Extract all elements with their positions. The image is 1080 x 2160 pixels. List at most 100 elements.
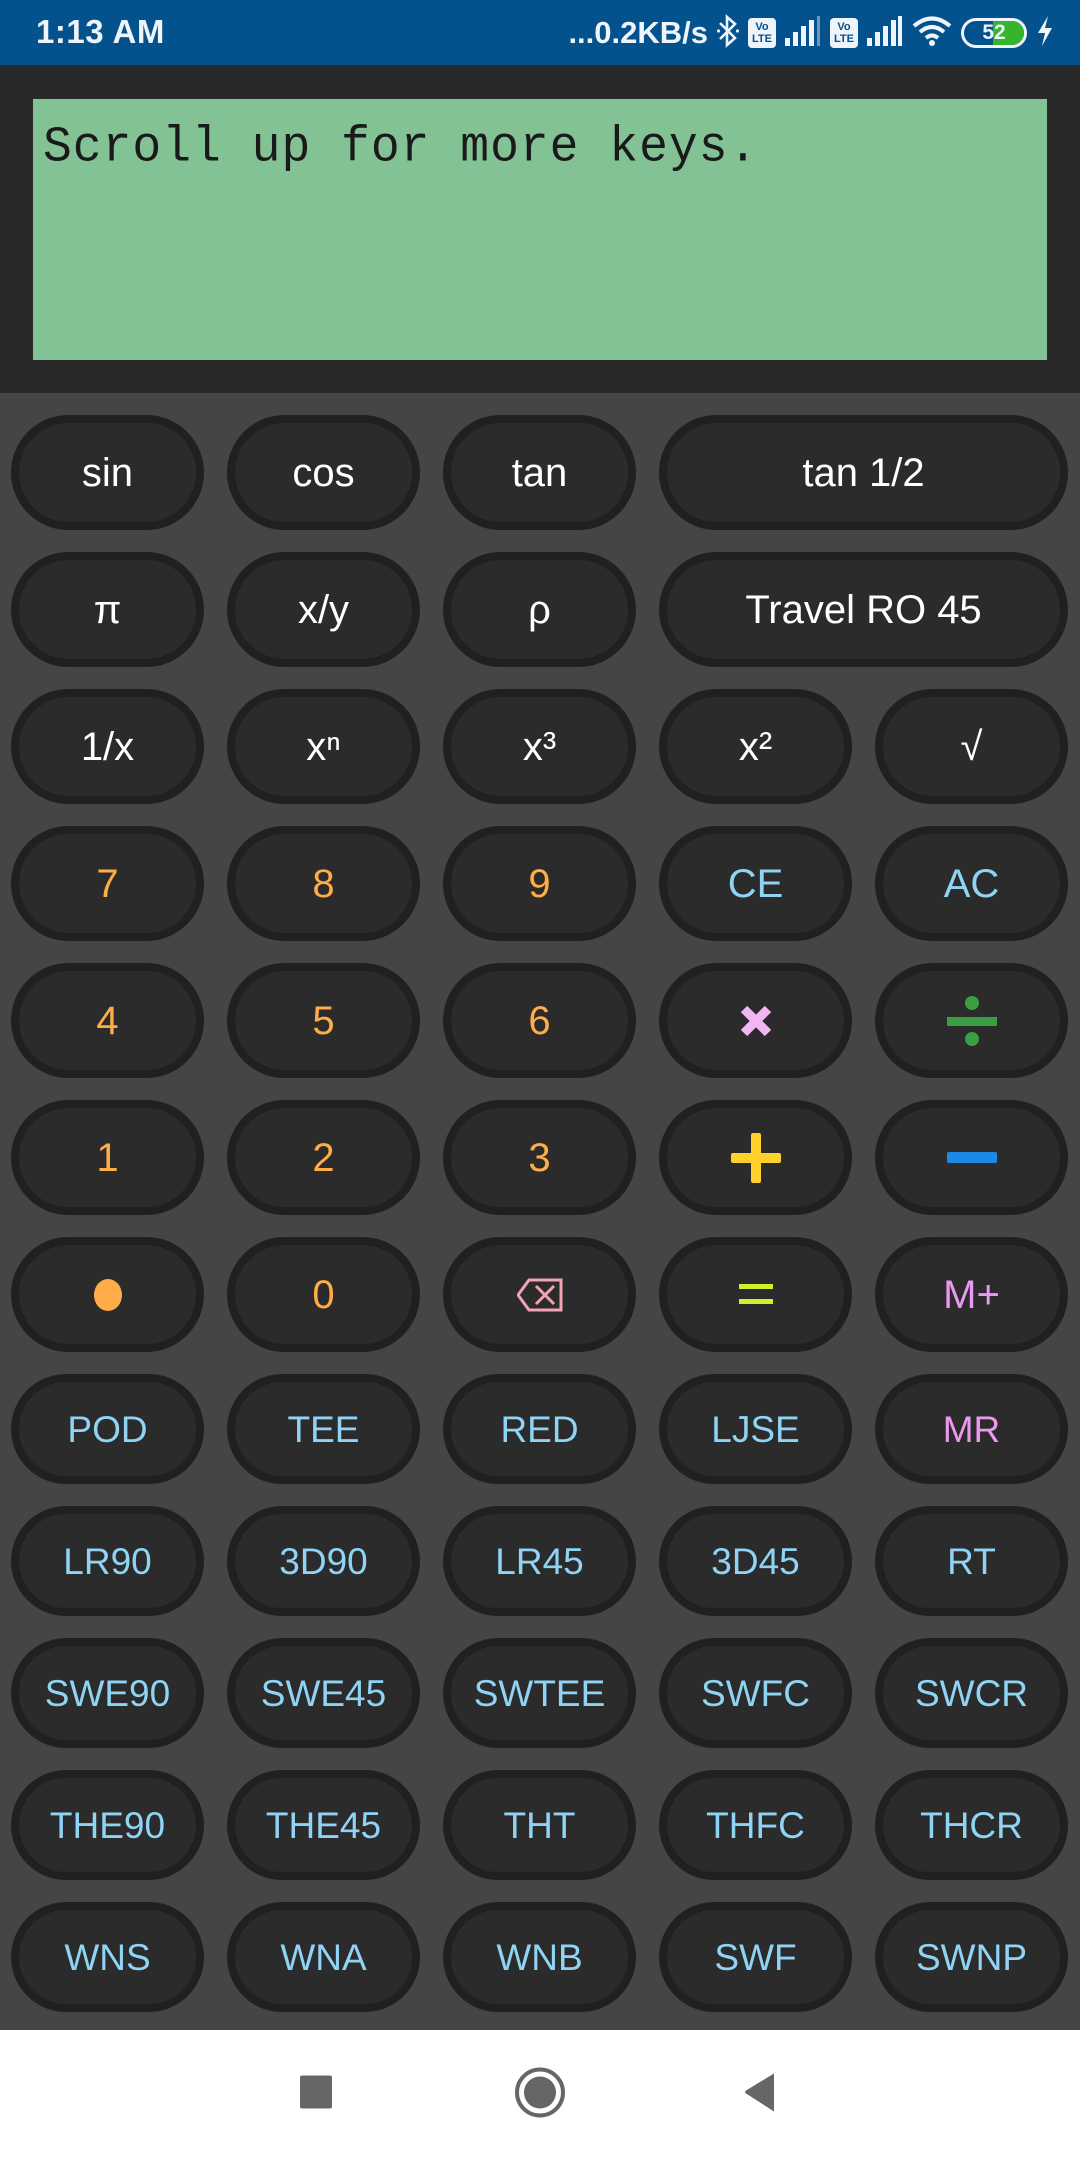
digit-4-key[interactable]: 4 [11, 963, 204, 1078]
swcr-key[interactable]: SWCR [875, 1638, 1068, 1748]
circle-icon [515, 2067, 565, 2118]
digit-3-key[interactable]: 3 [443, 1100, 636, 1215]
key-label: π [93, 587, 122, 632]
3d90-key[interactable]: 3D90 [227, 1506, 420, 1616]
key-label: 6 [528, 998, 551, 1043]
digit-9-key[interactable]: 9 [443, 826, 636, 941]
key-label: WNS [64, 1936, 151, 1978]
digit-1-key[interactable]: 1 [11, 1100, 204, 1215]
key-label: THE90 [49, 1804, 166, 1846]
3d45-key[interactable]: 3D45 [659, 1506, 852, 1616]
the45-key[interactable]: THE45 [227, 1770, 420, 1880]
swe45-key[interactable]: SWE45 [227, 1638, 420, 1748]
the90-key[interactable]: THE90 [11, 1770, 204, 1880]
decimal-point-key[interactable] [11, 1237, 204, 1352]
red-key[interactable]: RED [443, 1374, 636, 1484]
square-root-key[interactable]: √ [875, 689, 1068, 804]
tan-half-key[interactable]: tan 1/2 [659, 415, 1068, 530]
travel-ro-45-key[interactable]: Travel RO 45 [659, 552, 1068, 667]
square-icon [300, 2075, 332, 2109]
swe90-key[interactable]: SWE90 [11, 1638, 204, 1748]
key-label: 3D45 [711, 1540, 800, 1582]
lcd-screen: Scroll up for more keys. [33, 99, 1047, 360]
minus-icon [946, 1151, 997, 1164]
key-label: WNB [496, 1936, 583, 1978]
status-time: 1:13 AM [36, 13, 165, 50]
tan-key[interactable]: tan [443, 415, 636, 530]
volte-icon: Vo LTE [830, 18, 858, 48]
key-label: LR90 [63, 1540, 152, 1582]
tht-key[interactable]: THT [443, 1770, 636, 1880]
key-label: TEE [287, 1408, 360, 1450]
key-label: 5 [312, 998, 335, 1043]
key-label: tan [511, 450, 568, 495]
digit-2-key[interactable]: 2 [227, 1100, 420, 1215]
back-button[interactable] [744, 2073, 776, 2117]
backspace-key[interactable] [443, 1237, 636, 1352]
plus-icon [730, 1132, 781, 1183]
digit-8-key[interactable]: 8 [227, 826, 420, 941]
all-clear-key[interactable]: AC [875, 826, 1068, 941]
reciprocal-key[interactable]: 1/x [11, 689, 204, 804]
navigation-bar [0, 2030, 1080, 2160]
key-label: SWTEE [473, 1672, 606, 1714]
multiply-icon [738, 1003, 774, 1039]
backspace-icon [516, 1278, 563, 1312]
volte-icon: Vo LTE [748, 18, 776, 48]
digit-7-key[interactable]: 7 [11, 826, 204, 941]
tee-key[interactable]: TEE [227, 1374, 420, 1484]
home-button[interactable] [514, 2067, 566, 2124]
key-label: THT [503, 1804, 576, 1846]
key-label: LJSE [711, 1408, 800, 1450]
swnp-key[interactable]: SWNP [875, 1902, 1068, 2012]
key-label: x² [738, 724, 773, 769]
thfc-key[interactable]: THFC [659, 1770, 852, 1880]
key-label: sin [81, 450, 134, 495]
rt-key[interactable]: RT [875, 1506, 1068, 1616]
multiply-key[interactable] [659, 963, 852, 1078]
minus-key[interactable] [875, 1100, 1068, 1215]
swf-key[interactable]: SWF [659, 1902, 852, 2012]
key-label: SWF [714, 1936, 797, 1978]
thcr-key[interactable]: THCR [875, 1770, 1068, 1880]
memory-recall-key[interactable]: MR [875, 1374, 1068, 1484]
cos-key[interactable]: cos [227, 415, 420, 530]
divide-key[interactable] [875, 963, 1068, 1078]
sin-key[interactable]: sin [11, 415, 204, 530]
status-bar: 1:13 AM ...0.2KB/s Vo LTE Vo LTE 52 [0, 0, 1080, 65]
digit-5-key[interactable]: 5 [227, 963, 420, 1078]
rho-key[interactable]: ρ [443, 552, 636, 667]
wna-key[interactable]: WNA [227, 1902, 420, 2012]
equals-key[interactable] [659, 1237, 852, 1352]
dot-icon [93, 1278, 123, 1312]
swfc-key[interactable]: SWFC [659, 1638, 852, 1748]
lr90-key[interactable]: LR90 [11, 1506, 204, 1616]
clear-entry-key[interactable]: CE [659, 826, 852, 941]
key-label: SWFC [701, 1672, 810, 1714]
network-speed: ...0.2KB/s [568, 15, 708, 50]
display-message: Scroll up for more keys. [43, 119, 759, 177]
digit-0-key[interactable]: 0 [227, 1237, 420, 1352]
key-label: THCR [920, 1804, 1023, 1846]
swtee-key[interactable]: SWTEE [443, 1638, 636, 1748]
key-label: 3D90 [279, 1540, 368, 1582]
lr45-key[interactable]: LR45 [443, 1506, 636, 1616]
ljse-key[interactable]: LJSE [659, 1374, 852, 1484]
power-n-key[interactable]: xⁿ [227, 689, 420, 804]
pi-key[interactable]: π [11, 552, 204, 667]
key-label: SWE45 [260, 1672, 387, 1714]
recents-button[interactable] [300, 2075, 332, 2115]
pod-key[interactable]: POD [11, 1374, 204, 1484]
key-label: cos [292, 450, 355, 495]
x-over-y-key[interactable]: x/y [227, 552, 420, 667]
cube-key[interactable]: x³ [443, 689, 636, 804]
memory-add-key[interactable]: M+ [875, 1237, 1068, 1352]
digit-6-key[interactable]: 6 [443, 963, 636, 1078]
key-label: x/y [297, 587, 350, 632]
key-label: ρ [528, 587, 551, 632]
square-key[interactable]: x² [659, 689, 852, 804]
wnb-key[interactable]: WNB [443, 1902, 636, 2012]
key-label: 2 [312, 1135, 335, 1180]
plus-key[interactable] [659, 1100, 852, 1215]
wns-key[interactable]: WNS [11, 1902, 204, 2012]
